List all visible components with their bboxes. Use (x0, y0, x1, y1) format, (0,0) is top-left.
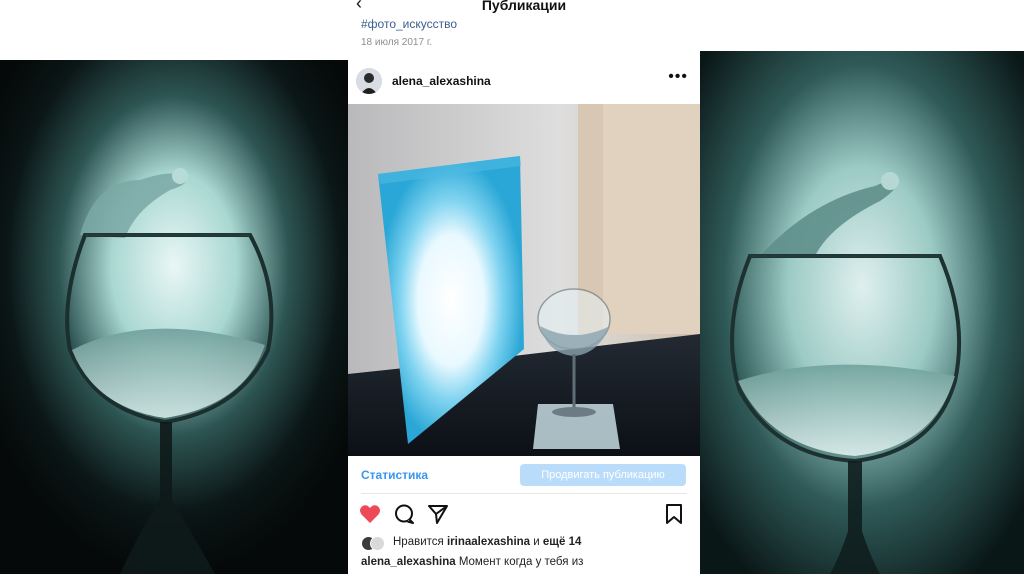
liker-avatars (361, 536, 391, 551)
instagram-post: ‹ Публикации #фото_искусство 18 июля 201… (348, 0, 700, 574)
bookmark-icon[interactable] (662, 502, 686, 526)
more-horizontal-icon[interactable]: ••• (668, 68, 688, 86)
left-wine-glass-photo (0, 60, 348, 574)
right-wine-glass-photo (700, 51, 1024, 574)
likes-summary[interactable]: Нравится irinaalexashina и ещё 14 (393, 536, 581, 548)
header-bar: ‹ Публикации (348, 0, 700, 18)
post-actions (348, 500, 700, 528)
likes-row: Нравится irinaalexashina и ещё 14 (348, 534, 700, 552)
likes-prefix: Нравится (393, 536, 444, 548)
caption-username[interactable]: alena_alexashina (361, 556, 456, 568)
stats-row: Статистика Продвигать публикацию (348, 462, 700, 488)
heart-icon[interactable] (358, 502, 382, 526)
post-date: 18 июля 2017 г. (361, 37, 433, 48)
likes-others-count[interactable]: ещё 14 (543, 536, 581, 548)
post-author-row: alena_alexashina ••• (348, 62, 700, 102)
author-username[interactable]: alena_alexashina (392, 74, 491, 88)
divider (361, 493, 687, 494)
statistics-link[interactable]: Статистика (361, 468, 428, 482)
caption-text: Момент когда у тебя из (458, 556, 584, 568)
promote-post-button[interactable]: Продвигать публикацию (520, 464, 686, 486)
hashtag-link[interactable]: #фото_искусство (361, 17, 457, 31)
avatar (370, 536, 385, 551)
comment-icon[interactable] (392, 502, 416, 526)
post-caption: alena_alexashina Момент когда у тебя из (361, 556, 700, 568)
avatar[interactable] (356, 68, 382, 94)
send-icon[interactable] (426, 502, 450, 526)
page-title: Публикации (481, 0, 567, 13)
likes-conjunction: и (533, 536, 540, 548)
liker-username[interactable]: irinaalexashina (447, 536, 530, 548)
post-image[interactable] (348, 104, 700, 456)
